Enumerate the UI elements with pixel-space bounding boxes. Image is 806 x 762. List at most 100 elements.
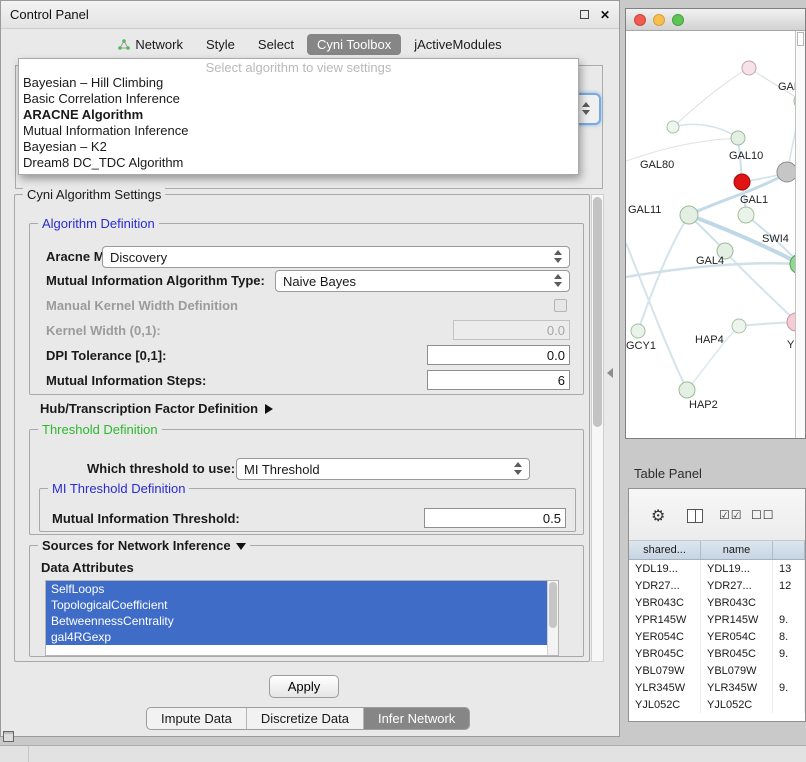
table-row[interactable]: YDL19... YDL19... 13 <box>629 560 805 577</box>
node-gal1[interactable] <box>738 207 754 223</box>
triangle-right-icon <box>265 404 273 414</box>
control-panel-title: Control Panel <box>10 7 89 22</box>
deselect-all-icon[interactable]: ☐☐ <box>751 508 775 522</box>
tab-network[interactable]: Network <box>108 34 193 55</box>
gear-icon[interactable]: ⚙ <box>651 506 665 526</box>
select-all-icon[interactable]: ☑☑ <box>719 508 743 522</box>
panel-collapse-arrow-icon[interactable] <box>607 368 613 378</box>
cell: YBL079W <box>629 662 701 679</box>
chevron-updown-icon <box>554 250 564 265</box>
mi-steps-label: Mutual Information Steps: <box>46 373 206 388</box>
node-gcy1[interactable] <box>631 324 645 338</box>
settings-scrollbar[interactable] <box>591 194 604 662</box>
dropdown-item-dream8[interactable]: Dream8 DC_TDC Algorithm <box>19 155 578 171</box>
table-row[interactable]: YLR345W YLR345W 9. <box>629 679 805 696</box>
node-pink-top[interactable] <box>742 61 756 75</box>
node-label-hap4: HAP4 <box>695 334 724 346</box>
which-threshold-select[interactable]: MI Threshold <box>236 458 530 480</box>
node-pale-low[interactable] <box>732 319 746 333</box>
column-header-name[interactable]: name <box>701 541 773 559</box>
column-header-shared-name[interactable]: shared... <box>629 541 701 559</box>
node-label-gal11: GAL11 <box>628 204 661 216</box>
cell: YDL19... <box>701 560 773 577</box>
tab-cyni-toolbox[interactable]: Cyni Toolbox <box>307 34 401 55</box>
tab-discretize-data[interactable]: Discretize Data <box>246 708 363 729</box>
list-item-topologicalcoefficient[interactable]: TopologicalCoefficient <box>46 597 547 613</box>
cell: YER054C <box>701 628 773 645</box>
settings-scrollbar-thumb[interactable] <box>593 197 602 427</box>
cyni-algorithm-settings-group: Cyni Algorithm Settings Algorithm Defini… <box>14 194 590 662</box>
dropdown-item-mutual-information[interactable]: Mutual Information Inference <box>19 123 578 139</box>
algorithm-definition-title: Algorithm Definition <box>38 216 159 231</box>
dropdown-item-basic-correlation[interactable]: Basic Correlation Inference <box>19 91 578 107</box>
status-bar <box>0 745 806 762</box>
list-item-betweennesscentrality[interactable]: BetweennessCentrality <box>46 613 547 629</box>
network-scrollbar-thumb[interactable] <box>797 32 804 46</box>
triangle-down-icon <box>236 543 246 550</box>
tab-infer-network[interactable]: Infer Network <box>363 708 469 729</box>
node-pale-mid[interactable] <box>731 131 745 145</box>
table-row[interactable]: YBR043C YBR043C <box>629 594 805 611</box>
cell: 9. <box>773 611 805 628</box>
sources-group-title[interactable]: Sources for Network Inference <box>38 538 250 553</box>
table-row[interactable]: YBR045C YBR045C 9. <box>629 645 805 662</box>
cell <box>773 594 805 611</box>
table-panel-title: Table Panel <box>634 466 702 481</box>
table-row[interactable]: YPR145W YPR145W 9. <box>629 611 805 628</box>
node-hap2[interactable] <box>679 382 695 398</box>
zoom-traffic-light[interactable] <box>672 14 684 26</box>
restore-panel-icon[interactable] <box>3 731 14 742</box>
aracne-mode-select[interactable]: Discovery <box>102 246 570 268</box>
node-pale-topleft[interactable] <box>667 121 679 133</box>
mi-threshold-definition-group: MI Threshold Definition Mutual Informati… <box>39 488 576 532</box>
cell: 9. <box>773 679 805 696</box>
list-scrollbar-thumb[interactable] <box>549 582 557 628</box>
table-header: shared... name <box>629 541 805 560</box>
combo-value: Discovery <box>110 250 167 265</box>
node-gal11[interactable] <box>680 206 698 224</box>
network-nodes <box>631 61 806 398</box>
mi-steps-input[interactable] <box>427 370 570 390</box>
minimize-traffic-light[interactable] <box>653 14 665 26</box>
close-traffic-light[interactable] <box>634 14 646 26</box>
table-row[interactable]: YBL079W YBL079W <box>629 662 805 679</box>
node-label-gal80: GAL80 <box>640 159 674 171</box>
cell <box>773 662 805 679</box>
close-window-icon[interactable]: ✕ <box>600 8 610 22</box>
mi-threshold-input[interactable] <box>424 508 566 528</box>
network-canvas[interactable]: GAL GAL80 GAL10 GAL11 GAL1 SWI4 GAL4 GCY… <box>626 31 805 438</box>
columns-icon[interactable] <box>687 509 703 523</box>
tab-jactivemodules[interactable]: jActiveModules <box>404 34 511 55</box>
cell: YBR043C <box>701 594 773 611</box>
manual-kernel-width-checkbox[interactable] <box>554 299 567 312</box>
threshold-definition-title: Threshold Definition <box>38 422 162 437</box>
node-label-swi4: SWI4 <box>762 233 789 245</box>
table-row[interactable]: YER054C YER054C 8. <box>629 628 805 645</box>
dropdown-item-aracne[interactable]: ARACNE Algorithm <box>19 107 578 123</box>
kernel-width-input[interactable] <box>453 320 570 340</box>
float-window-icon[interactable] <box>580 10 589 19</box>
node-label-hap2: HAP2 <box>689 399 718 411</box>
table-row[interactable]: YDR27... YDR27... 12 <box>629 577 805 594</box>
node-gray[interactable] <box>777 162 797 182</box>
data-attributes-list: SelfLoops TopologicalCoefficient Between… <box>45 580 559 656</box>
mi-threshold-label: Mutual Information Threshold: <box>52 511 240 526</box>
table-row[interactable]: YJL052C YJL052C <box>629 696 805 713</box>
tab-select[interactable]: Select <box>248 34 304 55</box>
list-item-gal4rgexp[interactable]: gal4RGexp <box>46 629 547 645</box>
dropdown-item-bayesian-hill-climbing[interactable]: Bayesian – Hill Climbing <box>19 75 578 91</box>
cell: 9. <box>773 645 805 662</box>
hub-transcription-factor-expander[interactable]: Hub/Transcription Factor Definition <box>40 401 273 416</box>
network-scrollbar[interactable] <box>795 31 805 438</box>
dpi-tolerance-input[interactable] <box>427 345 570 365</box>
mi-algorithm-type-select[interactable]: Naive Bayes <box>275 270 570 292</box>
tab-impute-data[interactable]: Impute Data <box>147 708 246 729</box>
list-scrollbar[interactable] <box>547 581 558 655</box>
dropdown-item-bayesian-k2[interactable]: Bayesian – K2 <box>19 139 578 155</box>
list-item-selfloops[interactable]: SelfLoops <box>46 581 547 597</box>
node-red-gal10[interactable] <box>734 174 750 190</box>
tab-style[interactable]: Style <box>196 34 245 55</box>
apply-button[interactable]: Apply <box>269 675 339 698</box>
column-header-third[interactable] <box>773 541 805 559</box>
cell: YDR27... <box>701 577 773 594</box>
